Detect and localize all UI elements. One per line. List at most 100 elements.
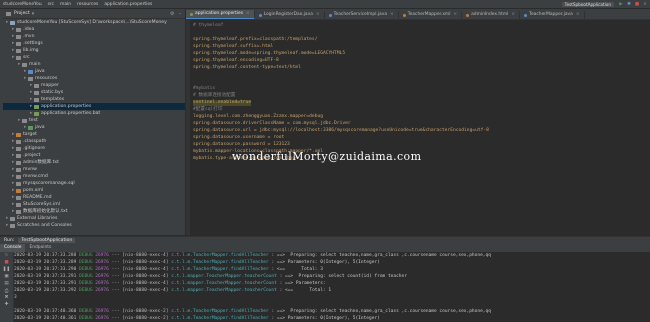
project-panel-title[interactable]: Project xyxy=(14,11,30,16)
tree-item-label: mvnw.cmd xyxy=(23,174,48,179)
tree-item[interactable]: ▸ test xyxy=(3,117,185,124)
tree-item-label: resources xyxy=(35,76,58,81)
log-lvl: DEBUG xyxy=(79,267,93,272)
log-thr: --- [nio-8080-exec-4] xyxy=(111,267,169,272)
tree-item[interactable]: ▸ .gitignore xyxy=(3,145,185,152)
file-icon xyxy=(34,83,39,88)
editor-tab[interactable]: TeacherMapper.xml × xyxy=(399,11,463,19)
tree-item-label: StuScoreSys.iml xyxy=(23,202,61,207)
layout-icon[interactable]: ▤ xyxy=(0,280,13,287)
tree-item[interactable]: ▸ mvnw.cmd xyxy=(3,173,185,180)
file-icon xyxy=(16,188,21,193)
tree-item[interactable]: ▸ target xyxy=(3,131,185,138)
run-config-tab[interactable]: TestSpbootApplication xyxy=(18,238,76,243)
tree-item-label: java xyxy=(35,69,45,74)
close-icon[interactable]: × xyxy=(511,11,515,19)
tree-item[interactable]: ▸ .project xyxy=(3,152,185,159)
run-label: Run: xyxy=(4,238,15,243)
breadcrumb-item[interactable]: main xyxy=(57,2,74,7)
tree-item[interactable]: ▸ pom.xml xyxy=(3,187,185,194)
breadcrumb-item[interactable]: resources xyxy=(74,2,101,7)
log-cls: c.t.l.mapper.TeacherMapper.teacherCount xyxy=(171,281,277,286)
close-icon[interactable]: × xyxy=(576,11,580,19)
tree-item[interactable]: ▸ .mvn xyxy=(3,33,185,40)
log-line: 2020-03-19 20:37:40.361 DEBUG 26976 --- … xyxy=(14,315,650,322)
watermark-text: wonderfulMorty@zuidaima.com xyxy=(232,150,422,163)
file-type-icon xyxy=(466,13,470,17)
camera-icon[interactable]: ▣ xyxy=(0,273,13,280)
tree-item[interactable]: ▸ mvnw xyxy=(3,166,185,173)
code-editor[interactable]: # thymeleaf spring.thymeleaf.prefix=class… xyxy=(190,20,650,235)
chevron-down-icon[interactable]: ▾ xyxy=(32,11,35,17)
log-msg: : ==> Parameters: 0(Integer), 5(Integer) xyxy=(271,316,380,321)
run-icon[interactable]: ▶ xyxy=(618,2,624,7)
console-output[interactable]: 2020-03-19 20:37:33.288 DEBUG 26976 --- … xyxy=(14,252,650,322)
tree-item[interactable]: ▸ Scratches and Consoles xyxy=(3,222,185,229)
code-line: spring.thymeleaf.mode=spring.thymeleaf.m… xyxy=(193,51,346,56)
code-line: #mybatis xyxy=(193,86,216,91)
log-cls: c.t.l.mapper.TeacherMapper.teacherCount xyxy=(171,274,277,279)
close-icon[interactable]: × xyxy=(316,11,320,19)
pause-icon[interactable]: ❚❚ xyxy=(0,266,13,273)
file-icon xyxy=(34,111,39,116)
debug-icon[interactable]: ✱ xyxy=(626,2,632,7)
tree-item[interactable]: ▸ mapper xyxy=(3,82,185,89)
minimize-icon[interactable]: – xyxy=(179,11,182,17)
stop-icon[interactable]: ■ xyxy=(0,259,13,266)
tree-item[interactable]: ▸ .settings xyxy=(3,40,185,47)
editor-tab[interactable]: TeacherServiceImpl.java × xyxy=(325,11,399,19)
editor-tab-label: TeacherServiceImpl.java xyxy=(333,12,388,17)
log-lvl: DEBUG xyxy=(79,316,93,321)
run-tab[interactable]: Endpoints xyxy=(25,244,55,252)
tree-item[interactable]: ▸ README.md xyxy=(3,194,185,201)
editor-tab[interactable]: application.properties × xyxy=(186,10,255,19)
tree-item[interactable]: ▸ .idea xyxy=(3,26,185,33)
tree-item-label: studcoreMoneYou [StuScoreSys] D:\workspa… xyxy=(17,20,167,25)
editor-tab[interactable]: LoginRegisterDao.java × xyxy=(255,11,325,19)
print-icon[interactable]: ⎙ xyxy=(0,287,13,294)
file-icon xyxy=(28,69,33,74)
tree-item[interactable]: ▸ mysqscoremanage.sql xyxy=(3,180,185,187)
editor-tab[interactable]: adminIndex.html × xyxy=(462,11,521,19)
editor-tab[interactable]: TeacherMapper.java × xyxy=(520,11,585,19)
close-icon[interactable]: × xyxy=(390,11,394,19)
tree-item[interactable]: ▸ application.properties xyxy=(3,103,185,110)
run-configuration-select[interactable]: TestSpbootApplication xyxy=(561,1,614,7)
tree-item[interactable]: ▸ lib.img xyxy=(3,47,185,54)
tree-item-label: External Libraries xyxy=(17,216,58,221)
log-thr: --- [nio-8080-exec-4] xyxy=(111,288,169,293)
breadcrumb-item[interactable]: studcoreMoneYou xyxy=(0,2,45,7)
tree-item[interactable]: ▸ StuScoreSys.iml xyxy=(3,201,185,208)
stop-icon[interactable]: ■ xyxy=(634,2,640,7)
tree-item[interactable]: ▸ 数据库初始化默认.txt xyxy=(3,208,185,215)
tree-item[interactable]: ▸ admin数据库.txt xyxy=(3,159,185,166)
file-icon xyxy=(22,62,27,67)
log-msg: : ==> Parameters: 0(Integer), 5(Integer) xyxy=(271,260,380,265)
trash-icon[interactable]: ✖ xyxy=(0,294,13,301)
settings-icon[interactable]: ⚙ xyxy=(170,11,174,17)
log-msg: : <== Total: 1 xyxy=(279,288,332,293)
tree-item[interactable]: ▸ java xyxy=(3,68,185,75)
tree-item-label: lib.img xyxy=(23,48,39,53)
log-thr: --- [nio-8080-exec-4] xyxy=(111,260,169,265)
breadcrumb-item[interactable]: application.properties xyxy=(101,2,155,7)
tree-item[interactable]: ▸ External Libraries xyxy=(3,215,185,222)
tree-item[interactable]: ▸ .classpath xyxy=(3,138,185,145)
breadcrumb-item[interactable]: src xyxy=(45,2,57,7)
tree-item[interactable]: ▸ src xyxy=(3,54,185,61)
pin-icon[interactable]: ✚ xyxy=(0,301,13,308)
search-icon[interactable]: ⌕ xyxy=(642,2,648,7)
tree-item[interactable]: ▸ templates xyxy=(3,96,185,103)
tree-item[interactable]: ▸ main xyxy=(3,61,185,68)
tree-item[interactable]: ▸ studcoreMoneYou [StuScoreSys] D:\worksp… xyxy=(3,19,185,26)
tree-item[interactable]: ▸ java xyxy=(3,124,185,131)
rerun-icon[interactable]: ↻ xyxy=(0,252,13,259)
close-icon[interactable]: × xyxy=(246,10,250,18)
file-type-icon xyxy=(524,13,528,17)
tree-item[interactable]: ▸ application.properties.bat xyxy=(3,110,185,117)
close-icon[interactable]: × xyxy=(453,11,457,19)
tree-item[interactable]: ▸ resources xyxy=(3,75,185,82)
file-icon xyxy=(34,90,39,95)
tree-item[interactable]: ▸ static.bys xyxy=(3,89,185,96)
run-tab[interactable]: Console xyxy=(0,244,26,252)
